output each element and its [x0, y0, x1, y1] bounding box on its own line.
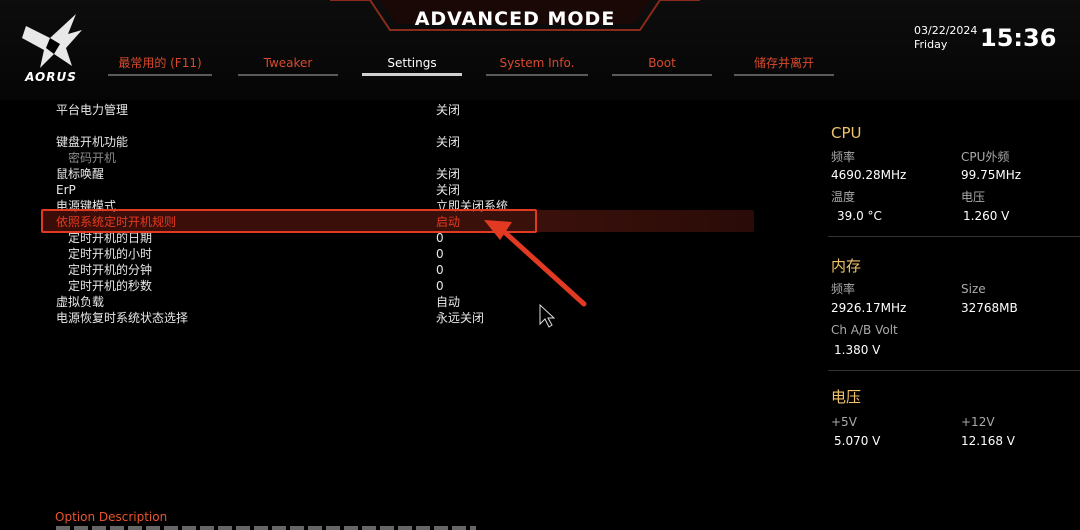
mode-title: ADVANCED MODE — [414, 8, 616, 30]
cpu-frequency-value: 4690.28MHz — [831, 168, 907, 182]
setting-row[interactable]: ErP 关闭 — [0, 182, 800, 198]
voltage-5v-label: +5V — [831, 415, 857, 429]
voltage-section-title: 电压 — [831, 388, 862, 406]
setting-row[interactable]: 虚拟负载 自动 — [0, 294, 800, 310]
top-bar: AORUS ADVANCED MODE 最常用的 (F11) Tweaker Set… — [0, 0, 1080, 100]
setting-value[interactable]: 关闭 — [436, 166, 460, 182]
cpu-temperature-label: 温度 — [831, 190, 856, 204]
tab-2[interactable]: Tweaker — [230, 54, 346, 78]
setting-value[interactable]: 自动 — [436, 294, 460, 310]
memory-frequency-value: 2926.17MHz — [831, 301, 907, 315]
tab-underline — [612, 74, 712, 76]
setting-row[interactable]: 密码开机 — [0, 150, 800, 166]
tab-6[interactable]: 储存并离开 — [726, 54, 842, 78]
setting-row[interactable]: 电源恢复时系统状态选择 永远关闭 — [0, 310, 800, 326]
setting-label: 平台电力管理 — [56, 103, 129, 117]
setting-label: 鼠标唤醒 — [56, 167, 105, 181]
memory-section-title: 内存 — [831, 257, 862, 275]
setting-label: 定时开机的分钟 — [68, 263, 153, 277]
setting-value[interactable]: 0 — [436, 278, 444, 294]
cpu-frequency-label: 频率 — [831, 150, 856, 164]
tab-underline — [108, 74, 212, 76]
setting-label: 定时开机的秒数 — [68, 279, 153, 293]
option-description-text — [56, 526, 476, 530]
section-divider — [828, 236, 1080, 237]
voltage-5v-value: 5.070 V — [834, 434, 881, 448]
tab-underline — [362, 73, 462, 76]
tab-1[interactable]: 最常用的 (F11) — [100, 54, 220, 78]
cpu-voltage-label: 电压 — [961, 190, 986, 204]
setting-value[interactable]: 0 — [436, 262, 444, 278]
setting-value[interactable]: 关闭 — [436, 134, 460, 150]
tab-label: 储存并离开 — [753, 56, 814, 70]
hardware-monitor-panel: CPU 频率 CPU外频 4690.28MHz 99.75MHz 温度 电压 3… — [828, 120, 1080, 460]
time-display: 15:36 — [980, 24, 1057, 52]
section-divider — [828, 370, 1080, 371]
tab-bar: 最常用的 (F11) Tweaker Settings System Info. Boo… — [100, 54, 860, 78]
setting-label: 电源恢复时系统状态选择 — [56, 311, 189, 325]
setting-label: 虚拟负载 — [56, 295, 105, 309]
setting-row[interactable]: 键盘开机功能 关闭 — [0, 134, 800, 150]
option-description-label: Option Description — [55, 510, 168, 524]
voltage-12v-value: 12.168 V — [961, 434, 1016, 448]
tab-label: Settings — [387, 56, 437, 70]
setting-row[interactable]: 定时开机的分钟 0 — [0, 262, 800, 278]
setting-row[interactable]: 定时开机的秒数 0 — [0, 278, 800, 294]
brand-name: AORUS — [25, 70, 77, 84]
tab-label: 最常用的 (F11) — [118, 56, 202, 70]
cpu-bclk-value: 99.75MHz — [961, 168, 1022, 182]
cpu-temperature-value: 39.0 °C — [837, 209, 882, 223]
setting-label: 密码开机 — [68, 151, 117, 165]
tab-3[interactable]: Settings — [354, 54, 470, 78]
tab-label: Boot — [648, 56, 676, 70]
setting-row[interactable]: 定时开机的小时 0 — [0, 246, 800, 262]
memory-voltage-value: 1.380 V — [834, 343, 881, 357]
memory-frequency-label: 频率 — [831, 282, 856, 296]
cpu-voltage-value: 1.260 V — [963, 209, 1010, 223]
setting-label: 定时开机的小时 — [68, 247, 153, 261]
setting-value[interactable]: 关闭 — [436, 102, 460, 118]
setting-value[interactable]: 永远关闭 — [436, 310, 484, 326]
tab-underline — [486, 74, 588, 76]
setting-label: 键盘开机功能 — [56, 135, 129, 149]
weekday-display: Friday — [914, 38, 948, 51]
setting-label: ErP — [56, 183, 76, 197]
annotation-box — [41, 209, 537, 233]
tab-4[interactable]: System Info. — [478, 54, 596, 78]
memory-size-value: 32768MB — [961, 301, 1018, 315]
memory-size-label: Size — [961, 282, 986, 296]
setting-row[interactable]: 平台电力管理 关闭 — [0, 102, 800, 118]
tab-label: Tweaker — [263, 56, 313, 70]
voltage-12v-label: +12V — [961, 415, 995, 429]
tab-label: System Info. — [499, 56, 575, 70]
memory-voltage-label: Ch A/B Volt — [831, 323, 898, 337]
date-display: 03/22/2024 — [914, 24, 978, 37]
cpu-section-title: CPU — [831, 124, 862, 142]
tab-underline — [238, 74, 338, 76]
tab-5[interactable]: Boot — [604, 54, 720, 78]
setting-value[interactable]: 0 — [436, 246, 444, 262]
setting-row[interactable]: 鼠标唤醒 关闭 — [0, 166, 800, 182]
cpu-bclk-label: CPU外频 — [961, 150, 1010, 164]
setting-value[interactable]: 关闭 — [436, 182, 460, 198]
tab-underline — [734, 74, 834, 76]
